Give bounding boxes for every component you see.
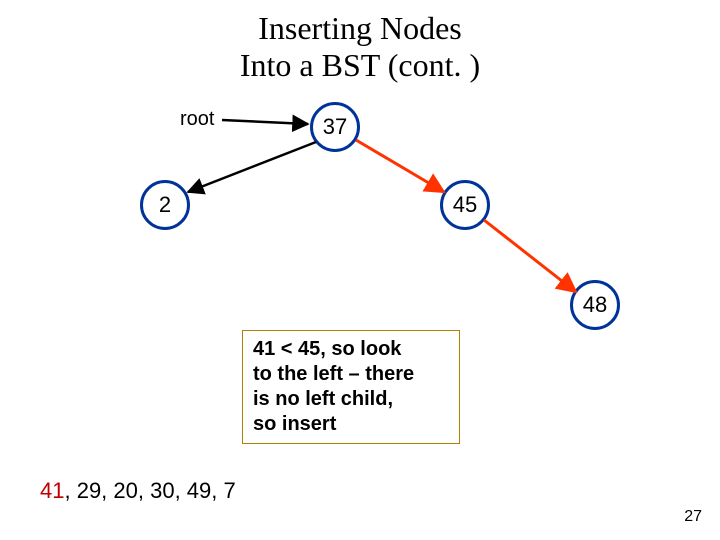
edge-37-2 xyxy=(188,142,316,192)
insert-note-l3: is no left child, xyxy=(253,387,449,412)
tree-node-37-value: 37 xyxy=(323,114,347,140)
insert-sequence: 41, 29, 20, 30, 49, 7 xyxy=(40,478,236,504)
insert-note: 41 < 45, so look to the left – there is … xyxy=(242,330,460,444)
tree-node-48: 48 xyxy=(570,280,620,330)
root-label: root xyxy=(180,108,214,131)
tree-node-45: 45 xyxy=(440,180,490,230)
insert-note-l2: to the left – there xyxy=(253,362,449,387)
insert-note-l4: so insert xyxy=(253,412,449,437)
slide-number: 27 xyxy=(684,508,702,526)
tree-node-45-value: 45 xyxy=(453,192,477,218)
slide-title-line2: Into a BST (cont. ) xyxy=(240,47,480,83)
edge-45-48 xyxy=(484,220,576,292)
slide-title: Inserting Nodes Into a BST (cont. ) xyxy=(0,10,720,84)
insert-sequence-rest: , 29, 20, 30, 49, 7 xyxy=(64,478,235,503)
edge-rootlabel-37 xyxy=(222,120,308,124)
tree-node-48-value: 48 xyxy=(583,292,607,318)
edge-37-45 xyxy=(356,140,444,192)
tree-node-37: 37 xyxy=(310,102,360,152)
insert-note-l1: 41 < 45, so look xyxy=(253,337,449,362)
insert-sequence-current: 41 xyxy=(40,478,64,503)
slide-title-line1: Inserting Nodes xyxy=(258,10,462,46)
tree-node-2-value: 2 xyxy=(159,192,171,218)
tree-node-2: 2 xyxy=(140,180,190,230)
